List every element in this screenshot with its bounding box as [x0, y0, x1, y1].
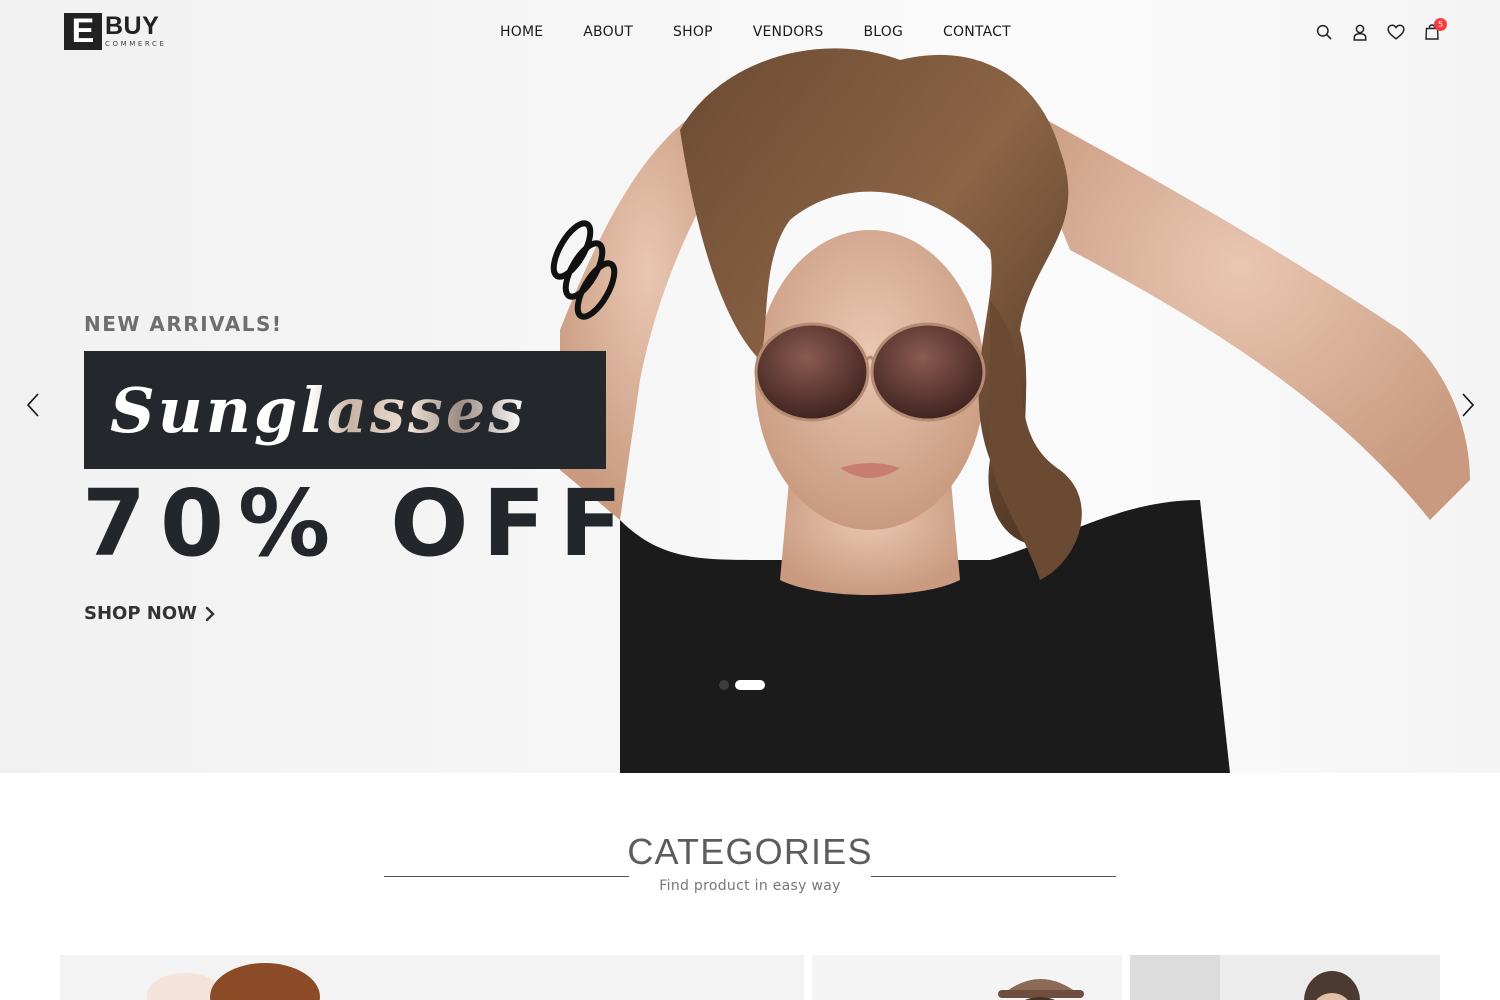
nav-vendors[interactable]: VENDORS: [733, 22, 844, 42]
chevron-right-icon: [1462, 393, 1475, 417]
chevron-right-icon: [205, 606, 215, 621]
category-image: [1130, 955, 1440, 1000]
categories-title: CATEGORIES: [627, 831, 873, 872]
chevron-left-icon: [26, 393, 39, 417]
brand-logo[interactable]: E BUY COMMERCE: [64, 12, 167, 50]
logo-text: BUY COMMERCE: [105, 14, 167, 48]
main-nav: HOME ABOUT SHOP VENDORS BLOG CONTACT: [480, 22, 1031, 42]
search-icon[interactable]: [1306, 20, 1342, 44]
category-card[interactable]: [60, 955, 804, 1000]
slider-prev-arrow[interactable]: [22, 392, 46, 418]
shop-now-button[interactable]: SHOP NOW: [84, 603, 215, 624]
header-actions: 5: [1306, 18, 1450, 44]
category-image: [812, 955, 1122, 1000]
categories-subtitle: Find product in easy way: [659, 878, 841, 894]
slider-dots: [719, 680, 771, 690]
logo-wordmark: BUY: [105, 12, 160, 40]
slider-dot-active[interactable]: [735, 680, 765, 690]
cart-count-badge: 5: [1434, 18, 1447, 31]
nav-about[interactable]: ABOUT: [563, 22, 653, 42]
nav-contact[interactable]: CONTACT: [923, 22, 1031, 42]
nav-home[interactable]: HOME: [480, 22, 563, 42]
hero-discount: 70% OFF: [82, 470, 637, 577]
slider-dot[interactable]: [719, 680, 729, 690]
hero-title: Sunglasses: [110, 373, 527, 447]
category-card[interactable]: [812, 955, 1122, 1000]
user-icon[interactable]: [1342, 20, 1378, 44]
hero-eyebrow: NEW ARRIVALS!: [84, 312, 283, 336]
logo-tagline: COMMERCE: [105, 40, 167, 48]
heart-icon[interactable]: [1378, 20, 1414, 44]
nav-blog[interactable]: BLOG: [843, 22, 923, 42]
logo-mark: E: [64, 12, 102, 50]
category-image: [60, 955, 804, 1000]
shop-now-label: SHOP NOW: [84, 603, 198, 624]
slider-next-arrow[interactable]: [1455, 392, 1479, 418]
nav-shop[interactable]: SHOP: [653, 22, 733, 42]
site-header: E BUY COMMERCE HOME ABOUT SHOP VENDORS B…: [0, 0, 1500, 64]
shopping-bag-icon[interactable]: 5: [1414, 18, 1450, 44]
categories-header: CATEGORIES Find product in easy way: [0, 830, 1500, 894]
category-card[interactable]: [1130, 955, 1440, 1000]
hero-title-box: Sunglasses: [84, 351, 606, 469]
